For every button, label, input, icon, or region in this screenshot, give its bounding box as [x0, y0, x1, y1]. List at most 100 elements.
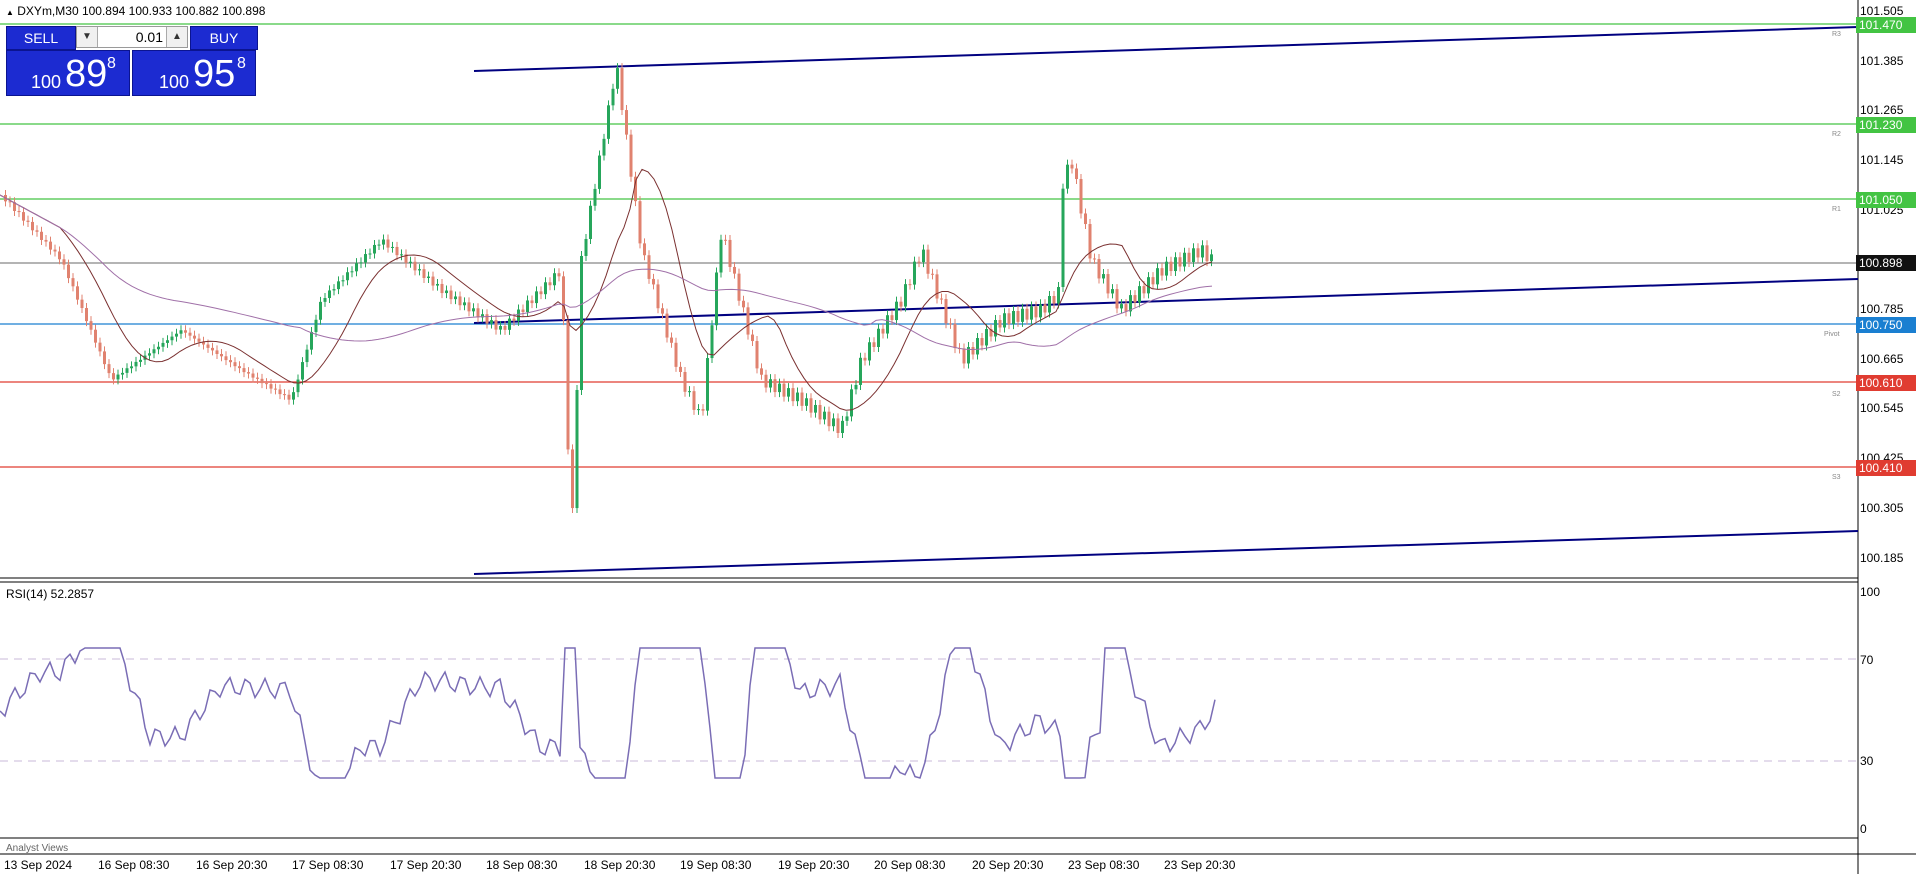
price-tick: 100.545 [1860, 401, 1904, 415]
candle-body [76, 286, 79, 300]
candle-body [571, 449, 574, 509]
candle-body [85, 308, 88, 322]
channel-middle-line [473, 278, 1859, 324]
candle-body [616, 68, 619, 89]
candle-body [1048, 296, 1051, 313]
candle-body [917, 261, 921, 263]
candle-body [1187, 252, 1191, 262]
candle-body [454, 296, 457, 300]
chevron-down-icon[interactable]: ▼ [77, 27, 98, 47]
candle-body [881, 328, 885, 334]
candle-body [719, 239, 723, 273]
candle-body [175, 333, 178, 337]
sell-button[interactable]: SELL [6, 26, 76, 50]
candle-body [1111, 289, 1114, 294]
candle-body [584, 238, 588, 256]
candle-body [530, 300, 534, 304]
candle-body [544, 282, 547, 295]
rsi-tick: 30 [1860, 754, 1874, 768]
candle-body [1151, 277, 1155, 285]
time-label: 16 Sep 08:30 [98, 858, 170, 872]
candle-body [602, 138, 606, 156]
candle-body [598, 155, 601, 189]
candle-body [760, 368, 763, 375]
sell-price-display[interactable]: 100 89 8 [6, 50, 130, 96]
candle-body [449, 290, 453, 300]
candle-body [926, 249, 930, 274]
candle-body [269, 384, 273, 389]
candle-body [913, 261, 916, 285]
candle-body [512, 318, 516, 321]
candle-body [1016, 311, 1020, 322]
candle-body [337, 281, 340, 290]
candle-body [1120, 304, 1123, 309]
candle-body [665, 313, 669, 338]
buy-price-display[interactable]: 100 95 8 [132, 50, 256, 96]
candle-body [224, 356, 228, 361]
candle-body [697, 409, 700, 411]
candle-body [656, 284, 660, 309]
rsi-tick: 0 [1860, 822, 1867, 836]
candle-body [247, 372, 250, 374]
candle-body [620, 68, 624, 111]
candle-body [809, 398, 813, 413]
candle-body [638, 201, 642, 244]
chart-menu-icon[interactable]: ▲ [6, 8, 14, 17]
candle-body [364, 254, 367, 263]
chart-canvas[interactable] [0, 0, 1916, 874]
candle-body [962, 348, 966, 364]
price-tick: 101.265 [1860, 103, 1904, 117]
candle-body [553, 273, 556, 286]
candle-body [292, 392, 295, 400]
moving-average-fast [0, 168, 1213, 411]
candle-body [476, 308, 480, 318]
candle-body [265, 383, 268, 385]
candle-body [166, 340, 169, 343]
candle-body [328, 290, 331, 299]
lot-size-value[interactable]: 0.01 [99, 27, 165, 47]
lot-size-stepper[interactable]: ▼ 0.01 ▲ [76, 26, 188, 48]
candle-body [503, 326, 507, 330]
candle-body [445, 290, 448, 294]
candle-body [1147, 277, 1150, 294]
candle-body [1210, 254, 1213, 262]
candle-body [1039, 304, 1042, 318]
candle-body [733, 266, 736, 274]
candle-body [778, 383, 781, 393]
candle-body [134, 361, 138, 367]
time-label: 17 Sep 20:30 [390, 858, 462, 872]
candle-body [1066, 164, 1069, 189]
time-label: 18 Sep 08:30 [486, 858, 558, 872]
rsi-tick: 100 [1860, 585, 1881, 599]
channel-lower-line [473, 530, 1859, 575]
candle-body [895, 301, 898, 321]
candle-body [976, 338, 979, 355]
candle-body [971, 347, 975, 355]
candle-body [890, 315, 894, 321]
candle-body [314, 319, 318, 332]
candle-body [1201, 245, 1204, 258]
candle-body [706, 358, 709, 411]
candle-body [215, 350, 219, 354]
candle-body [674, 342, 678, 367]
buy-price-main: 95 [193, 53, 236, 95]
candle-body [94, 329, 97, 343]
candle-body [868, 342, 871, 361]
chevron-up-icon[interactable]: ▲ [166, 27, 187, 47]
candle-body [1034, 306, 1038, 318]
candle-body [526, 300, 529, 313]
candle-body [242, 368, 246, 373]
analyst-views-tab[interactable]: Analyst Views [6, 843, 68, 854]
candle-body [368, 253, 372, 255]
candle-body [800, 392, 804, 406]
level-tag-r3: R3 [1832, 31, 1841, 38]
level-label-r3: 101.470 [1856, 17, 1916, 33]
buy-button[interactable]: BUY [190, 26, 258, 50]
candle-body [508, 318, 511, 330]
candle-body [854, 384, 858, 390]
candle-body [845, 416, 849, 421]
candle-body [400, 254, 403, 256]
candle-body [1093, 258, 1096, 260]
price-tick: 101.505 [1860, 4, 1904, 18]
candle-body [35, 230, 39, 232]
